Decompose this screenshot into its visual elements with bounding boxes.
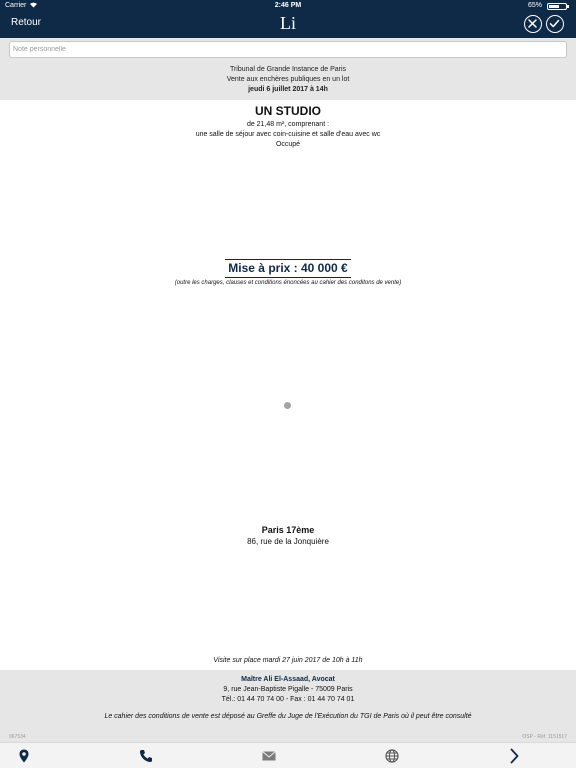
property-city: Paris 17ème [261,525,315,535]
occupancy-status: Occupé [275,141,301,148]
conditions-note: Le cahier des conditions de vente est dé… [104,713,472,720]
battery-fill [549,5,559,8]
location-pin-icon[interactable] [16,748,32,764]
close-circle-icon[interactable] [524,15,542,33]
reference-left: 067534 [9,734,26,740]
property-address: 86, rue de la Jonquière [247,537,329,546]
battery-percent: 65% [527,2,542,9]
loading-indicator [284,402,291,409]
status-bar: Carrier 2:46 PM 65% [0,0,576,12]
property-description-line: une salle de séjour avec coin-cuisine et… [195,131,381,138]
lawyer-band: Maître Ali El-Assaad, Avocat 9, rue Jean… [0,670,576,742]
lawyer-address: 9, rue Jean-Baptiste Pigalle - 75009 Par… [223,686,353,693]
sale-date: jeudi 6 juillet 2017 à 14h [248,86,328,93]
status-time: 2:46 PM [274,2,302,9]
property-title: UN STUDIO [255,104,321,118]
lawyer-contact: Tél.: 01 44 70 74 00 - Fax : 01 44 70 74… [221,696,355,703]
visit-info: Visite sur place mardi 27 juin 2017 de 1… [213,657,363,664]
top-bar: Carrier 2:46 PM 65% Retour Li [0,0,576,38]
check-circle-icon[interactable] [546,15,564,33]
personal-note-input[interactable] [9,41,567,58]
court-name: Tribunal de Grande Instance de Paris [229,66,347,73]
price-note: (outre les charges, clauses et condition… [174,280,402,286]
note-band: Tribunal de Grande Instance de Paris Ven… [0,38,576,100]
reference-right: OSP - Réf. 1151517 [522,734,567,740]
chevron-right-icon[interactable] [506,748,522,764]
bottom-toolbar [0,742,576,768]
starting-price: Mise à prix : 40 000 € [225,259,351,278]
app-logo: Li [280,13,296,33]
battery-icon [547,3,569,10]
envelope-icon[interactable] [261,748,277,764]
lawyer-name: Maître Ali El-Assaad, Avocat [241,676,335,683]
phone-icon[interactable] [138,748,154,764]
property-description-line: de 21,48 m², comprenant : [246,121,330,128]
globe-icon[interactable] [384,748,400,764]
sale-type: Vente aux enchères publiques en un lot [226,76,350,83]
price-block: Mise à prix : 40 000 € [0,259,576,278]
